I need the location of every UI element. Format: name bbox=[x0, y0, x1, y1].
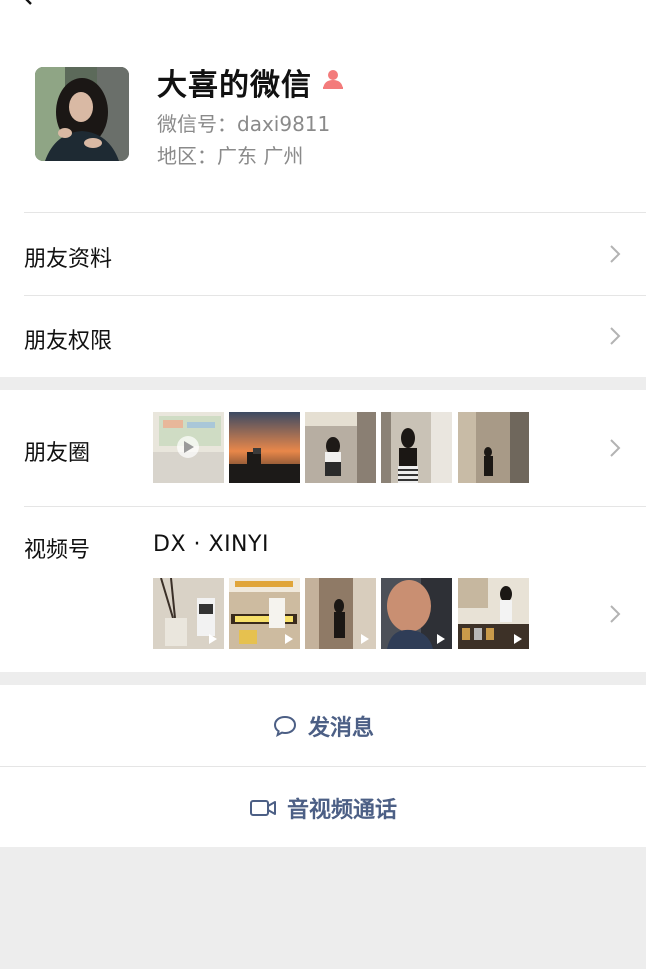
channel-name: DX · XINYI bbox=[153, 532, 269, 557]
friend-info-row[interactable]: 朋友资料 bbox=[0, 213, 646, 295]
media-group: 朋友圈 视频号 DX · XINYI bbox=[0, 390, 646, 672]
avatar[interactable] bbox=[35, 67, 129, 161]
channels-row[interactable]: 视频号 DX · XINYI bbox=[0, 507, 646, 672]
person-badge-icon bbox=[323, 70, 343, 89]
channels-label: 视频号 bbox=[24, 538, 91, 563]
region: 地区：广东 广州 bbox=[157, 144, 304, 168]
video-camera-icon bbox=[249, 799, 276, 816]
chevron-right-icon bbox=[610, 605, 621, 623]
friend-info-label: 朋友资料 bbox=[24, 247, 113, 272]
channel-video-thumbnail bbox=[229, 578, 300, 649]
channel-video-thumbnail bbox=[458, 578, 529, 649]
moments-thumbnail bbox=[458, 412, 529, 483]
profile-header: 大喜的微信 微信号：daxi9811 地区：广东 广州 bbox=[0, 0, 646, 212]
video-call-button[interactable]: 音视频通话 bbox=[0, 767, 646, 848]
chevron-right-icon bbox=[610, 245, 621, 263]
moments-thumbnail bbox=[305, 412, 376, 483]
moments-thumbnail bbox=[229, 412, 300, 483]
chevron-right-icon bbox=[610, 327, 621, 345]
channel-video-thumbnail bbox=[153, 578, 224, 649]
send-message-label: 发消息 bbox=[307, 715, 374, 741]
channel-video-thumbnail bbox=[381, 578, 452, 649]
send-message-button[interactable]: 发消息 bbox=[0, 685, 646, 766]
moments-row[interactable]: 朋友圈 bbox=[0, 390, 646, 506]
moments-label: 朋友圈 bbox=[24, 441, 91, 466]
chat-bubble-icon bbox=[273, 715, 296, 737]
actions-group: 发消息 音视频通话 bbox=[0, 685, 646, 847]
moments-thumbnail bbox=[381, 412, 452, 483]
friend-permissions-row[interactable]: 朋友权限 bbox=[0, 296, 646, 377]
moments-thumbnail bbox=[153, 412, 224, 483]
friend-settings-group: 朋友资料 朋友权限 bbox=[0, 212, 646, 377]
wechat-id: 微信号：daxi9811 bbox=[157, 112, 331, 136]
back-arrow-icon[interactable] bbox=[18, 0, 38, 6]
video-call-label: 音视频通话 bbox=[286, 797, 397, 823]
chevron-right-icon bbox=[610, 439, 621, 457]
profile-name: 大喜的微信 bbox=[157, 68, 312, 103]
friend-permissions-label: 朋友权限 bbox=[24, 329, 113, 354]
channel-video-thumbnail bbox=[305, 578, 376, 649]
